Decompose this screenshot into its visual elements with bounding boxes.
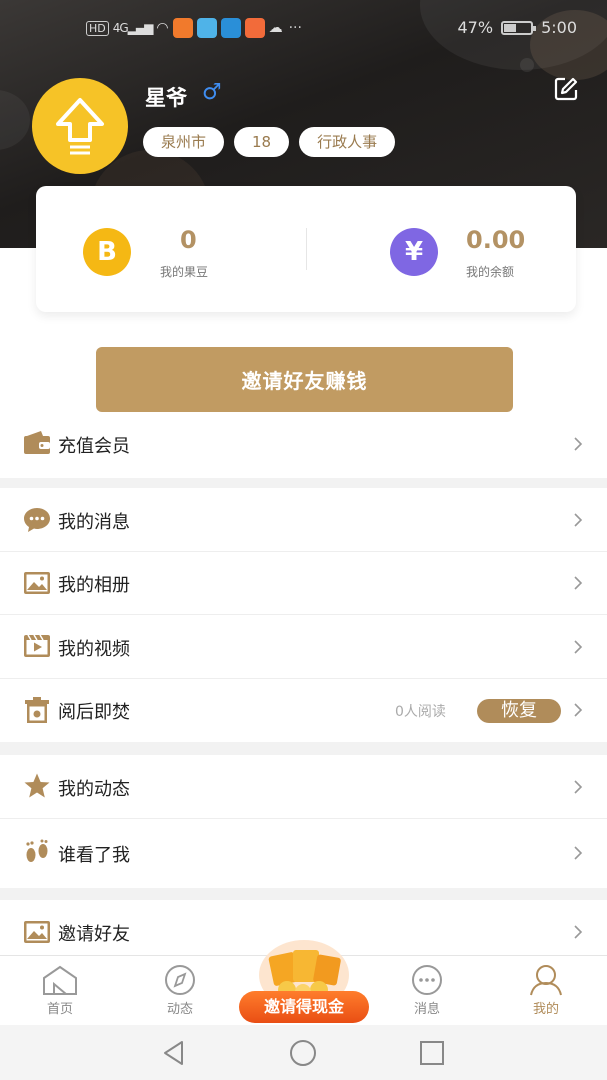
menu-label: 我的消息 <box>58 512 130 533</box>
wallet-card: B 0 我的果豆 ¥ 0.00 我的余额 <box>36 186 576 312</box>
tab-invite-cash[interactable]: 邀请得现金 <box>239 940 369 1026</box>
menu-item-moments[interactable]: 我的动态 <box>0 755 607 819</box>
menu-label: 我的视频 <box>58 639 130 660</box>
menu-label: 谁看了我 <box>58 845 130 866</box>
menu-item-visitors[interactable]: 谁看了我 <box>0 819 607 888</box>
image-icon <box>24 572 50 594</box>
footprint-icon <box>26 839 48 862</box>
tag-age: 18 <box>234 127 290 157</box>
upload-arrow-icon <box>56 98 104 155</box>
invite-friends-button[interactable]: 邀请好友赚钱 <box>96 347 513 412</box>
chevron-right-icon <box>574 703 583 717</box>
cloud-icon: ☁ <box>268 20 283 36</box>
yen-icon: ¥ <box>390 228 438 276</box>
app-notification-icon <box>220 18 241 38</box>
user-icon <box>530 965 562 996</box>
home-circle-icon[interactable] <box>289 1039 317 1067</box>
chat-bubble-icon <box>24 508 50 532</box>
beans-label: 我的果豆 <box>160 265 209 279</box>
balance-label: 我的余额 <box>466 265 515 279</box>
profile-tags: 泉州市 18 行政人事 <box>143 127 396 157</box>
recent-apps-icon[interactable] <box>418 1039 446 1067</box>
app-notification-icon <box>244 18 265 38</box>
wifi-icon: ◠ <box>156 20 169 36</box>
tab-label: 我的 <box>532 1002 559 1017</box>
tab-feed[interactable]: 动态 <box>140 956 220 1026</box>
wallet-icon <box>24 431 50 454</box>
divider <box>306 228 307 270</box>
chevron-right-icon <box>574 576 583 590</box>
signal-icon: 4G▂▄▆ <box>112 21 154 35</box>
edit-icon[interactable] <box>553 76 579 102</box>
compass-icon <box>165 965 195 995</box>
clock: 5:00 <box>541 18 577 37</box>
menu-label: 阅后即焚 <box>58 702 130 723</box>
chevron-right-icon <box>574 780 583 794</box>
menu-item-recharge[interactable]: 充值会员 <box>0 412 607 476</box>
message-icon <box>412 965 442 995</box>
more-notifications-icon: ··· <box>288 20 302 36</box>
star-icon <box>24 773 50 798</box>
status-right: 47% 5:00 <box>458 18 578 37</box>
image-icon <box>24 921 50 943</box>
tab-label: 动态 <box>166 1002 193 1017</box>
tab-me[interactable]: 我的 <box>506 956 586 1026</box>
balance-value[interactable]: 0.00 <box>466 226 525 254</box>
menu-item-album[interactable]: 我的相册 <box>0 552 607 615</box>
chevron-right-icon <box>574 513 583 527</box>
gender-male-icon: ♂ <box>202 80 222 105</box>
battery-icon <box>501 20 537 35</box>
username: 星爷 <box>145 86 187 110</box>
menu-item-videos[interactable]: 我的视频 <box>0 615 607 679</box>
chevron-right-icon <box>574 846 583 860</box>
beans-value[interactable]: 0 <box>180 226 197 254</box>
avatar[interactable] <box>32 78 128 174</box>
hd-indicator: HD <box>86 20 109 36</box>
tab-messages[interactable]: 消息 <box>387 956 467 1026</box>
app-notification-icon <box>196 18 217 38</box>
status-bar: HD 4G▂▄▆ ◠ ☁ ··· 47% 5:00 <box>0 14 607 44</box>
menu-label: 充值会员 <box>58 436 130 457</box>
bitcoin-icon: B <box>83 228 131 276</box>
menu-label: 我的相册 <box>58 575 130 596</box>
decor-bubble <box>0 90 30 150</box>
menu-label: 我的动态 <box>58 779 130 800</box>
tag-city: 泉州市 <box>143 127 225 157</box>
battery-percent: 47% <box>457 18 494 37</box>
home-icon <box>43 965 77 995</box>
menu-item-messages[interactable]: 我的消息 <box>0 488 607 552</box>
tag-job: 行政人事 <box>299 127 396 157</box>
restore-button[interactable]: 恢复 <box>477 699 561 723</box>
menu-item-burn-after-reading[interactable]: 阅后即焚 0人阅读 恢复 <box>0 679 607 742</box>
chevron-right-icon <box>574 925 583 939</box>
tab-label: 首页 <box>46 1002 73 1017</box>
app-notification-icon <box>172 18 193 38</box>
menu-label: 邀请好友 <box>58 924 130 945</box>
status-left: HD 4G▂▄▆ ◠ ☁ ··· <box>86 18 302 38</box>
trash-icon <box>25 697 49 723</box>
promo-label: 邀请得现金 <box>239 991 369 1023</box>
chevron-right-icon <box>574 640 583 654</box>
back-icon[interactable] <box>160 1039 188 1067</box>
video-icon <box>24 634 50 657</box>
decor-bubble <box>520 58 534 72</box>
read-count: 0人阅读 <box>395 704 446 720</box>
tab-home[interactable]: 首页 <box>20 956 100 1026</box>
system-navigation-bar <box>0 1025 607 1080</box>
chevron-right-icon <box>574 437 583 451</box>
tab-label: 消息 <box>413 1002 440 1017</box>
